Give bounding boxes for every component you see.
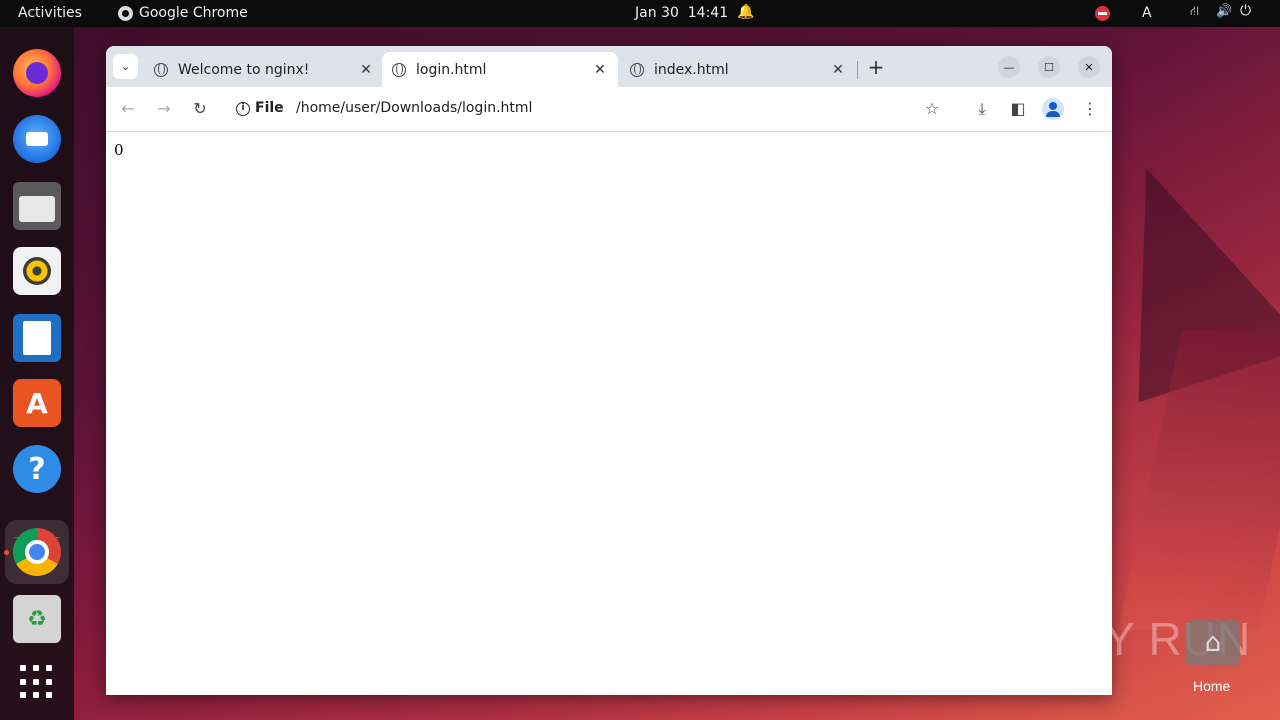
tab-login-html[interactable]: login.html ✕	[382, 52, 618, 87]
chrome-window: ⌄ Welcome to nginx! ✕ login.html ✕ index…	[106, 46, 1112, 695]
page-content: 0	[106, 133, 1112, 695]
libreoffice-writer-icon[interactable]	[13, 314, 61, 362]
dock: A ? ♻	[0, 27, 74, 720]
volume-icon[interactable]: 🔊	[1216, 4, 1232, 19]
app-menu[interactable]: Google Chrome	[118, 5, 248, 21]
tab-index-html[interactable]: index.html ✕	[620, 52, 856, 87]
tab-title: index.html	[654, 61, 729, 78]
url-scheme-label: File	[255, 100, 284, 116]
clock-date: Jan 30	[635, 5, 679, 21]
tab-welcome-nginx[interactable]: Welcome to nginx! ✕	[144, 52, 384, 87]
help-icon[interactable]: ?	[13, 445, 61, 493]
home-folder-icon[interactable]: ⌂	[1186, 620, 1240, 666]
maximize-icon[interactable]: ☐	[1038, 56, 1060, 78]
page-body-text: 0	[114, 141, 124, 159]
tab-title: Welcome to nginx!	[178, 61, 310, 78]
chrome-dock-item[interactable]	[5, 520, 69, 584]
browser-toolbar: ← → ↻ i File /home/user/Downloads/login.…	[106, 87, 1112, 132]
app-center-icon[interactable]: A	[13, 379, 61, 427]
globe-icon	[392, 62, 406, 77]
notification-bell-icon[interactable]: 🔔	[737, 4, 754, 20]
tab-separator	[857, 61, 858, 79]
show-apps-icon[interactable]	[20, 665, 54, 699]
back-arrow-icon[interactable]: ←	[117, 99, 139, 118]
top-bar: Activities Google Chrome Jan 30 14:41 🔔 …	[0, 0, 1280, 27]
clock[interactable]: Jan 30 14:41	[635, 5, 728, 21]
tab-search-chevron-icon[interactable]: ⌄	[113, 54, 138, 79]
bookmark-star-icon[interactable]: ☆	[921, 99, 943, 118]
tab-title: login.html	[416, 61, 487, 78]
running-indicator	[4, 550, 9, 555]
globe-icon	[154, 62, 168, 77]
globe-icon	[630, 62, 644, 77]
reload-icon[interactable]: ↻	[189, 99, 211, 118]
app-name: Google Chrome	[139, 5, 248, 21]
home-folder-label: Home	[1193, 678, 1231, 694]
rhythmbox-icon[interactable]	[13, 247, 61, 295]
google-chrome-icon	[13, 528, 61, 576]
do-not-disturb-icon[interactable]	[1095, 6, 1110, 21]
minimize-icon[interactable]: —	[998, 56, 1020, 78]
address-bar[interactable]: i File /home/user/Downloads/login.html	[226, 93, 946, 125]
chrome-app-icon	[118, 5, 133, 21]
power-icon[interactable]: ⏻	[1240, 3, 1251, 19]
forward-arrow-icon[interactable]: →	[153, 99, 175, 118]
download-icon[interactable]: ⤓	[971, 99, 993, 119]
keyboard-layout-indicator[interactable]: A	[1142, 5, 1152, 21]
trash-icon[interactable]: ♻	[13, 595, 61, 643]
tab-strip: ⌄ Welcome to nginx! ✕ login.html ✕ index…	[106, 46, 1112, 87]
kebab-menu-icon[interactable]: ⋮	[1079, 99, 1101, 118]
files-icon[interactable]	[13, 182, 61, 230]
new-tab-plus-icon[interactable]: +	[865, 55, 887, 79]
thunderbird-icon[interactable]	[13, 115, 61, 163]
close-tab-icon[interactable]: ✕	[358, 62, 374, 78]
side-panel-icon[interactable]: ◧	[1007, 99, 1029, 118]
site-info-icon[interactable]: i	[236, 102, 250, 116]
firefox-icon[interactable]	[13, 49, 61, 97]
close-tab-icon[interactable]: ✕	[830, 62, 846, 78]
url-text[interactable]: /home/user/Downloads/login.html	[296, 100, 532, 116]
close-window-icon[interactable]: ✕	[1078, 56, 1100, 78]
activities-button[interactable]: Activities	[18, 5, 82, 21]
clock-time: 14:41	[687, 5, 729, 21]
profile-avatar-icon[interactable]	[1042, 98, 1064, 120]
close-tab-icon[interactable]: ✕	[592, 62, 608, 78]
network-icon[interactable]: ⛙	[1190, 4, 1199, 21]
